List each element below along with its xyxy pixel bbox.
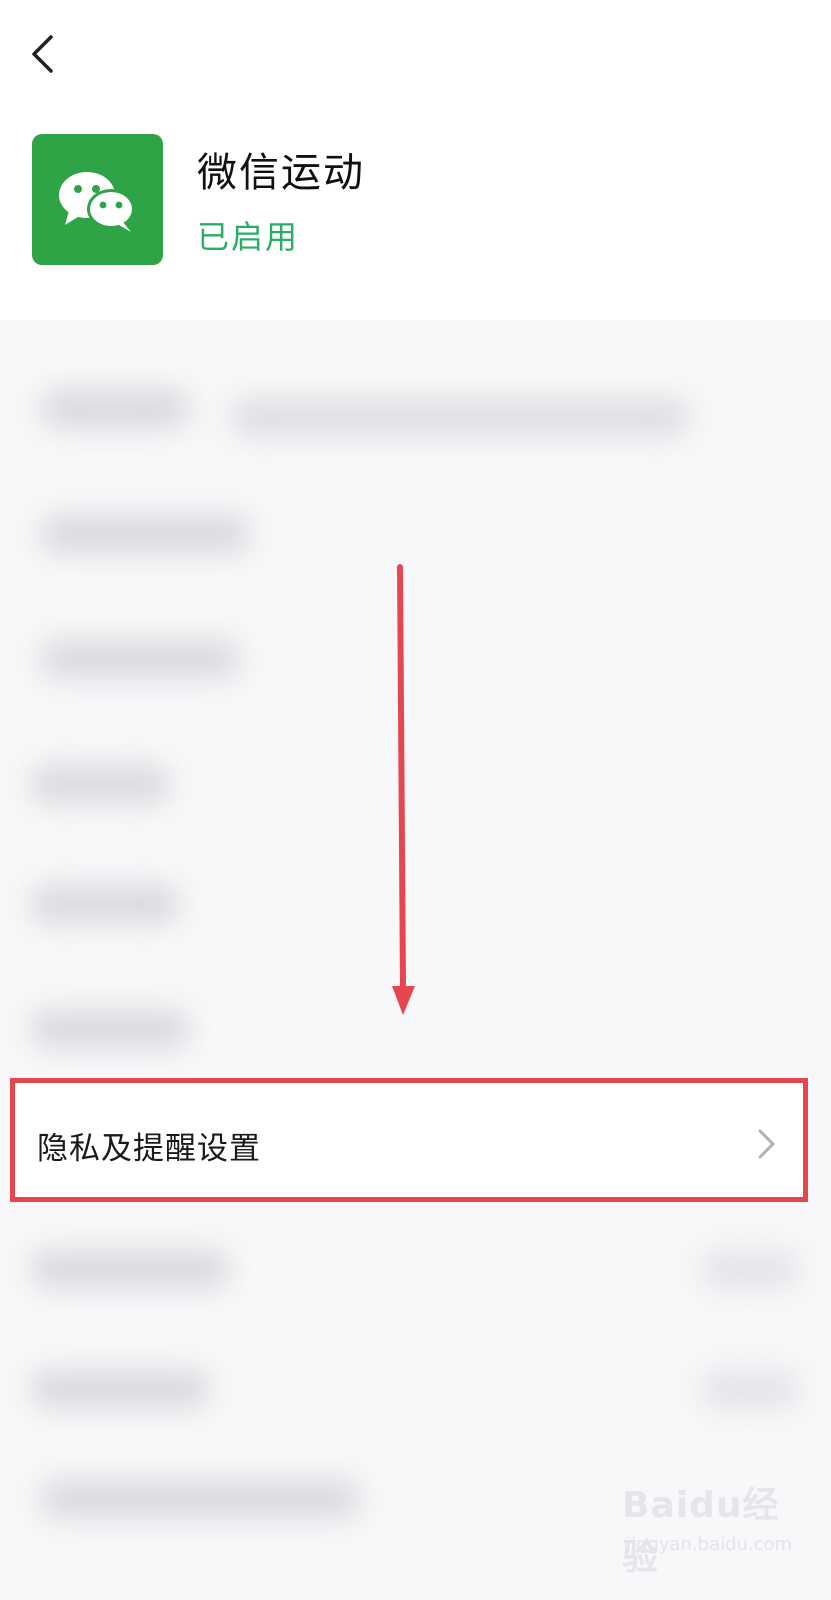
back-button[interactable] — [22, 30, 62, 78]
watermark-url: jingyan.baidu.com — [626, 1534, 793, 1555]
down-arrow-annotation — [392, 564, 415, 1015]
privacy-reminder-settings-label: 隐私及提醒设置 — [37, 1131, 261, 1167]
app-title: 微信运动 — [197, 150, 365, 196]
app-header: 微信运动 已启用 — [0, 110, 831, 320]
list-item — [0, 340, 831, 455]
watermark-brand: Baidu经验 — [622, 1485, 780, 1578]
app-status: 已启用 — [197, 218, 300, 256]
wechat-logo-icon — [32, 134, 163, 265]
chevron-left-icon — [32, 35, 53, 73]
top-bar — [0, 0, 831, 110]
list-item — [0, 1330, 831, 1445]
chevron-right-icon — [758, 1129, 775, 1159]
list-item — [0, 1210, 831, 1325]
watermark: Baidu经验 jingyan.baidu.com — [622, 1476, 793, 1578]
privacy-reminder-settings-item[interactable]: 隐私及提醒设置 — [10, 1078, 808, 1202]
